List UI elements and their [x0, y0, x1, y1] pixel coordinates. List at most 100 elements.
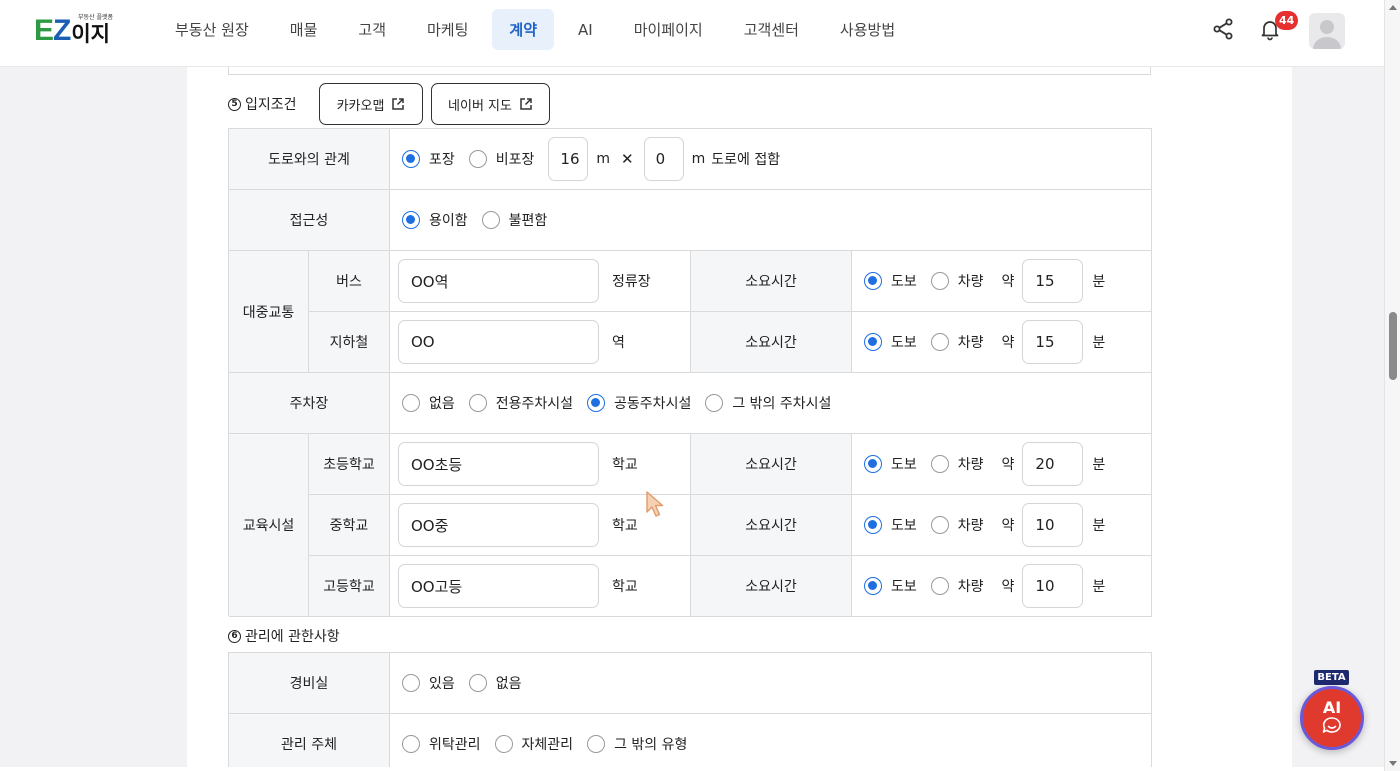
high-car-label: 차량	[957, 579, 984, 595]
mgmt-consign-radio[interactable]: 위탁관리	[402, 734, 481, 754]
section-5-title: 5 입지조건	[228, 94, 297, 114]
elementary-input[interactable]: OO초등	[398, 442, 599, 486]
parking-shared-label: 공동주차시설	[614, 396, 692, 412]
radio-icon	[402, 674, 420, 692]
notification-badge: 44	[1275, 11, 1299, 30]
external-link-icon	[392, 98, 405, 110]
bus-minutes-input[interactable]: 15	[1022, 259, 1084, 303]
middle-row: 중학교 OO중 학교 소요시간 도보 차량 약 10 분	[309, 495, 1152, 556]
nav-item-howto[interactable]: 사용방법	[823, 9, 912, 50]
nav-item-ai[interactable]: AI	[561, 9, 610, 50]
radio-icon	[468, 150, 487, 168]
nav-item-mypage[interactable]: 마이페이지	[617, 9, 720, 50]
subway-minutes-input[interactable]: 15	[1022, 320, 1084, 364]
access-hard-label: 불편함	[508, 213, 548, 229]
high-input-cell: OO고등 학교	[390, 556, 691, 616]
high-time-cell: 도보 차량 약 10 분	[852, 556, 1152, 616]
mouse-pointer-icon	[646, 491, 664, 517]
nav-item-contract[interactable]: 계약	[492, 9, 555, 50]
middle-walk-radio[interactable]: 도보	[864, 515, 917, 535]
radio-icon	[402, 735, 420, 753]
guard-no-radio[interactable]: 없음	[468, 673, 522, 693]
radio-icon	[930, 272, 949, 290]
elementary-car-radio[interactable]: 차량	[930, 454, 984, 474]
high-car-radio[interactable]: 차량	[930, 576, 984, 596]
section-6-title: 6 관리에 관한사항	[228, 626, 340, 646]
ai-chat-button[interactable]: AI	[1300, 686, 1364, 750]
page-scrollbar[interactable]	[1384, 0, 1400, 771]
subway-walk-label: 도보	[891, 335, 917, 351]
access-easy-radio[interactable]: 용이함	[402, 210, 468, 230]
elementary-minutes-input[interactable]: 20	[1022, 442, 1084, 486]
ai-button-label: AI	[1322, 698, 1342, 717]
mgmt-other-radio[interactable]: 그 밖의 유형	[587, 734, 687, 754]
road-paved-radio[interactable]: 포장	[402, 149, 455, 169]
parking-shared-radio[interactable]: 공동주차시설	[587, 393, 691, 413]
high-walk-radio[interactable]: 도보	[864, 576, 917, 596]
access-row: 접근성 용이함 불편함	[229, 190, 1152, 251]
road-width-input[interactable]: 16	[548, 137, 589, 181]
elementary-time-cell: 도보 차량 약 20 분	[852, 434, 1152, 494]
road-depth-input[interactable]: 0	[643, 137, 684, 181]
nav-item-listings[interactable]: 매물	[273, 9, 335, 50]
section-6-label: 관리에 관한사항	[245, 629, 340, 645]
transit-label: 대중교통	[229, 251, 309, 373]
radio-selected-icon	[864, 455, 882, 473]
subway-approx: 약	[1001, 335, 1015, 351]
road-label: 도로와의 관계	[229, 129, 390, 189]
nav-item-marketing[interactable]: 마케팅	[410, 9, 485, 50]
bus-minutes-unit: 분	[1092, 274, 1106, 290]
ai-assistant-widget[interactable]: BETA AI	[1300, 670, 1366, 752]
kakao-map-button[interactable]: 카카오맵	[319, 83, 423, 125]
parking-other-label: 그 밖의 주차시설	[732, 396, 832, 412]
subway-station-input[interactable]: OO	[398, 320, 599, 364]
road-unpaved-label: 비포장	[495, 152, 535, 168]
parking-label: 주차장	[229, 373, 390, 433]
high-input[interactable]: OO고등	[398, 564, 599, 608]
radio-icon	[468, 674, 487, 692]
user-avatar-icon[interactable]	[1309, 13, 1345, 49]
road-unpaved-radio[interactable]: 비포장	[468, 149, 535, 169]
middle-minutes-input[interactable]: 10	[1022, 503, 1084, 547]
parking-private-radio[interactable]: 전용주차시설	[468, 393, 573, 413]
subway-car-radio[interactable]: 차량	[930, 332, 984, 352]
middle-car-radio[interactable]: 차량	[930, 515, 984, 535]
radio-icon	[930, 516, 949, 534]
elementary-label: 초등학교	[309, 434, 390, 494]
subway-walk-radio[interactable]: 도보	[864, 332, 917, 352]
radio-selected-icon	[864, 516, 882, 534]
parking-other-radio[interactable]: 그 밖의 주차시설	[705, 393, 831, 413]
parking-options: 없음 전용주차시설 공동주차시설 그 밖의 주차시설	[390, 373, 1152, 433]
elementary-walk-radio[interactable]: 도보	[864, 454, 917, 474]
nav-item-support[interactable]: 고객센터	[727, 9, 816, 50]
scroll-up-icon[interactable]	[1389, 5, 1397, 10]
scroll-down-icon[interactable]	[1389, 761, 1397, 766]
radio-icon	[402, 394, 420, 412]
elementary-walk-label: 도보	[891, 457, 917, 473]
section-5-label: 입지조건	[245, 97, 297, 113]
scroll-thumb[interactable]	[1389, 312, 1397, 380]
bus-stop-input[interactable]: OO역	[398, 259, 599, 303]
subway-input-cell: OO 역	[390, 312, 691, 372]
access-hard-radio[interactable]: 불편함	[481, 210, 548, 230]
share-icon[interactable]	[1211, 17, 1235, 41]
radio-icon	[587, 735, 606, 753]
nav-item-ledger[interactable]: 부동산 원장	[158, 9, 266, 50]
high-minutes-input[interactable]: 10	[1022, 564, 1084, 608]
mgmt-self-radio[interactable]: 자체관리	[494, 734, 573, 754]
management-table: 경비실 있음 없음 관리 주체 위탁관리 자체관리 그 밖의 유형	[228, 652, 1152, 771]
nav-item-customers[interactable]: 고객	[341, 9, 403, 50]
parking-none-radio[interactable]: 없음	[402, 393, 455, 413]
elementary-unit: 학교	[612, 457, 638, 473]
bus-car-radio[interactable]: 차량	[930, 271, 984, 291]
ez-logo[interactable]: 부동산 플랫폼 EZ 이지	[34, 14, 113, 46]
naver-map-button[interactable]: 네이버 지도	[431, 83, 550, 125]
logo-korean: 이지	[71, 22, 110, 46]
radio-selected-icon	[864, 577, 882, 595]
subway-car-label: 차량	[957, 335, 984, 351]
guard-yes-radio[interactable]: 있음	[402, 673, 455, 693]
middle-input[interactable]: OO중	[398, 503, 599, 547]
bus-car-label: 차량	[957, 274, 984, 290]
bus-walk-radio[interactable]: 도보	[864, 271, 917, 291]
middle-car-label: 차량	[957, 518, 984, 534]
